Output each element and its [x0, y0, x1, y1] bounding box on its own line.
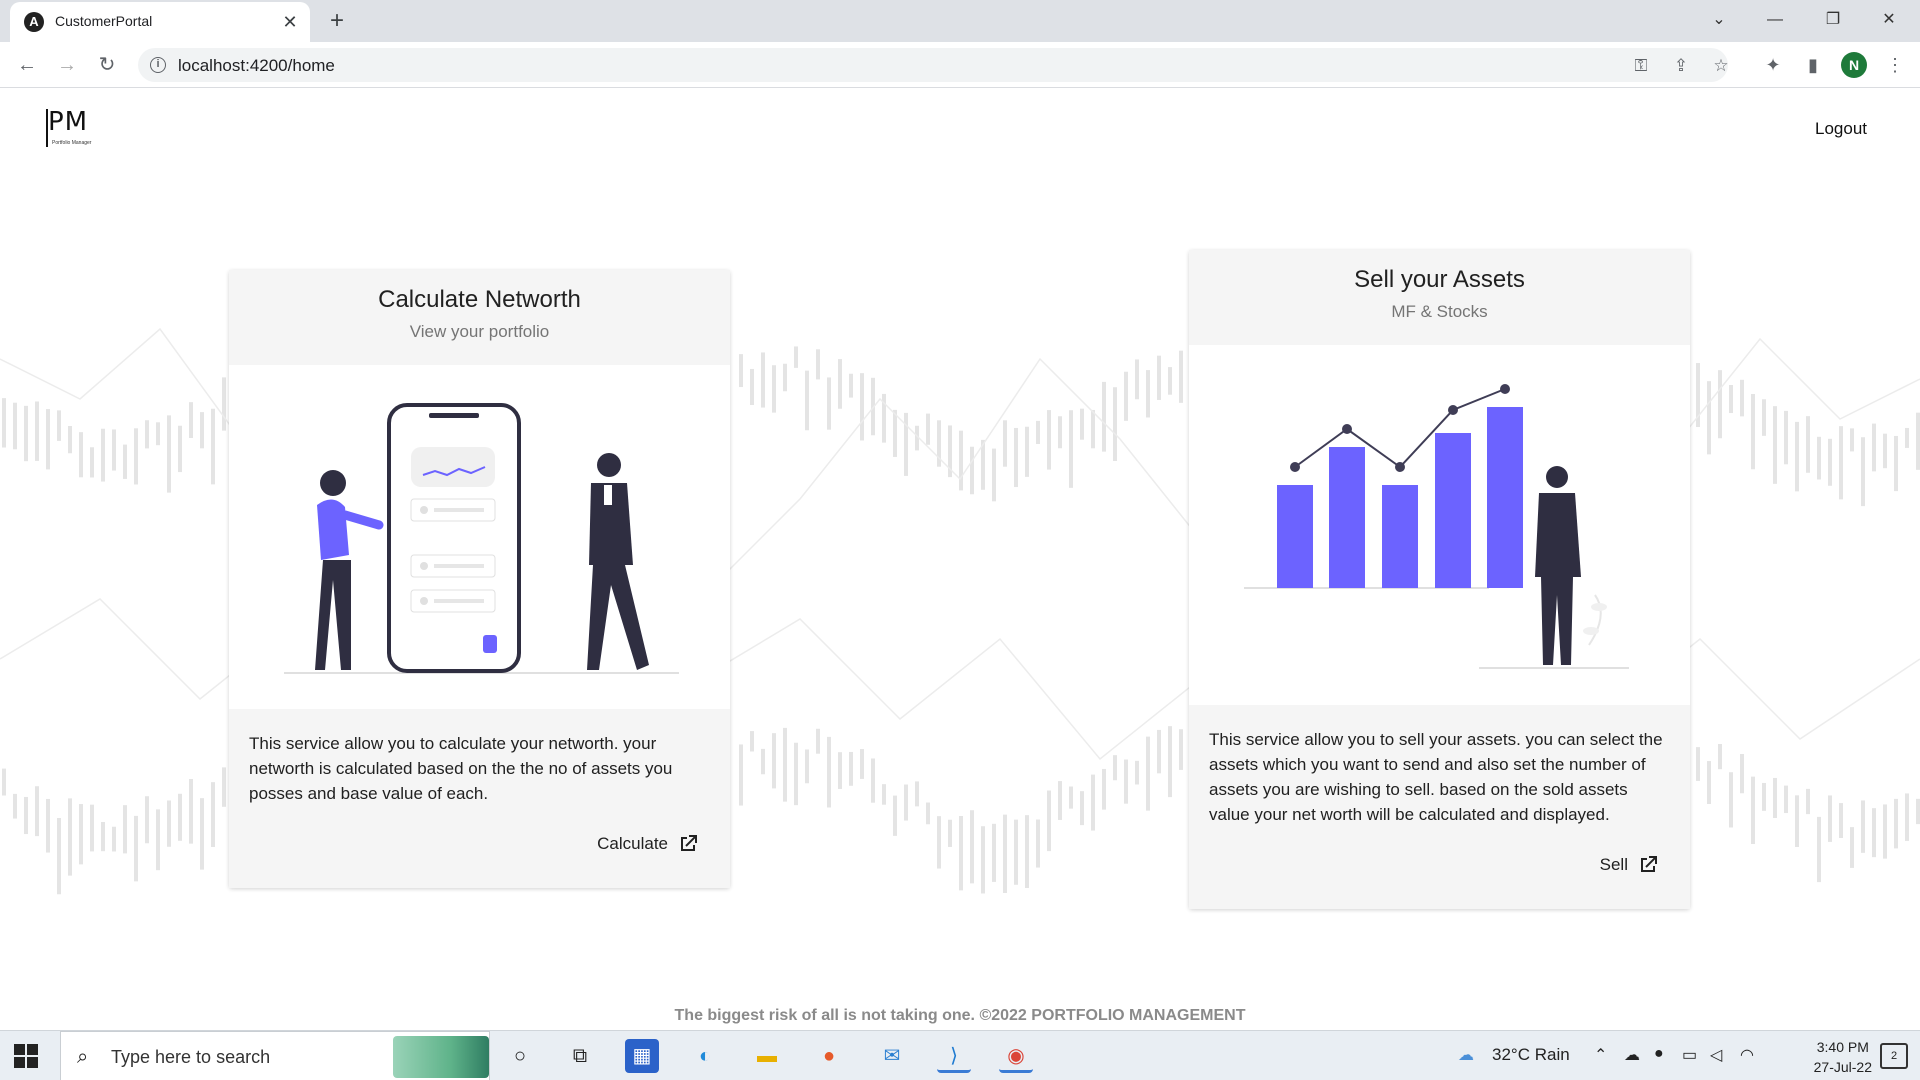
store-icon[interactable]: ▦: [625, 1039, 659, 1073]
share-icon[interactable]: ⇪: [1668, 53, 1694, 79]
edge-icon[interactable]: ◐: [688, 1039, 722, 1073]
card-title: Sell your Assets: [1354, 266, 1525, 293]
browser-tab-bar: A CustomerPortal ✕ + ⌄ — ❐ ✕: [0, 0, 1920, 42]
wifi-icon[interactable]: ◠: [1740, 1045, 1754, 1065]
card-description: This service allow you to sell your asse…: [1189, 705, 1690, 837]
footer-text: The biggest risk of all is not taking on…: [674, 1007, 1246, 1024]
external-link-icon: [681, 835, 697, 851]
taskbar-search-box[interactable]: ⌕ Type here to search: [60, 1031, 490, 1080]
chrome-icon[interactable]: ◉: [999, 1039, 1033, 1073]
tab-search-chevron-icon[interactable]: ⌄: [1696, 4, 1742, 36]
external-link-icon: [1641, 856, 1657, 872]
tray-chevron-icon[interactable]: ⌃: [1594, 1045, 1607, 1065]
clock-date: 27-Jul-22: [1813, 1059, 1872, 1075]
mail-icon[interactable]: ✉: [875, 1039, 909, 1073]
onedrive-icon[interactable]: ☁: [1624, 1045, 1640, 1065]
windows-start-icon[interactable]: [14, 1044, 38, 1068]
logout-link[interactable]: Logout: [1815, 119, 1867, 139]
firefox-icon[interactable]: ●: [812, 1039, 846, 1073]
card-subtitle: MF & Stocks: [1391, 302, 1488, 321]
address-bar[interactable]: i localhost:4200/home ⚿ ⇪ ☆: [138, 48, 1729, 82]
site-info-icon[interactable]: i: [150, 57, 166, 73]
task-view-icon[interactable]: ⧉: [563, 1039, 597, 1073]
networth-card: Calculate Networth View your portfolio T…: [229, 270, 730, 888]
logo-text: PM: [48, 107, 89, 137]
minimize-icon[interactable]: —: [1752, 4, 1798, 36]
card-header: Calculate Networth View your portfolio: [229, 270, 730, 365]
sell-illustration: [1189, 345, 1690, 705]
bookmark-star-icon[interactable]: ☆: [1708, 53, 1734, 79]
taskbar-clock[interactable]: 3:40 PM 27-Jul-22: [1814, 1037, 1872, 1077]
card-footer: Sell: [1189, 837, 1690, 909]
card-footer: Calculate: [229, 816, 730, 888]
notification-center-icon[interactable]: 2: [1880, 1043, 1908, 1069]
extensions-puzzle-icon[interactable]: ✦: [1758, 50, 1788, 80]
browser-tab[interactable]: A CustomerPortal ✕: [10, 2, 310, 42]
page-content: PM Portfolio Manager Logout Calculate Ne…: [0, 89, 1920, 1030]
clock-time: 3:40 PM: [1816, 1039, 1869, 1055]
angular-favicon-icon: A: [24, 12, 44, 32]
card-description: This service allow you to calculate your…: [229, 709, 730, 816]
reload-icon[interactable]: ↻: [92, 50, 122, 80]
forward-icon[interactable]: →: [52, 50, 82, 80]
sell-button[interactable]: Sell: [1600, 853, 1660, 877]
side-panel-icon[interactable]: ▮: [1798, 50, 1828, 80]
menu-kebab-icon[interactable]: ⋮: [1880, 50, 1910, 80]
back-icon[interactable]: ←: [12, 50, 42, 80]
sell-label: Sell: [1599, 855, 1628, 874]
battery-icon[interactable]: ▭: [1682, 1045, 1697, 1065]
microphone-icon[interactable]: ●: [1654, 1045, 1664, 1063]
calculate-label: Calculate: [597, 834, 668, 853]
tab-title: CustomerPortal: [55, 13, 153, 29]
url-text[interactable]: localhost:4200/home: [178, 56, 335, 76]
restore-icon[interactable]: ❐: [1810, 4, 1856, 36]
new-tab-icon[interactable]: +: [322, 6, 352, 36]
key-icon[interactable]: ⚿: [1628, 53, 1654, 79]
portfolio-manager-logo[interactable]: PM Portfolio Manager: [44, 107, 104, 149]
browser-toolbar: ← → ↻ i localhost:4200/home ⚿ ⇪ ☆ ✦ ▮ N …: [0, 42, 1920, 88]
card-header: Sell your Assets MF & Stocks: [1189, 250, 1690, 345]
close-window-icon[interactable]: ✕: [1866, 4, 1912, 36]
cortana-icon[interactable]: ○: [503, 1039, 537, 1073]
logo-subtext: Portfolio Manager: [52, 140, 92, 146]
search-highlight-image: [393, 1036, 489, 1078]
networth-illustration: [229, 365, 730, 709]
taskbar-search-placeholder: Type here to search: [111, 1047, 271, 1067]
vscode-icon[interactable]: ⟩: [937, 1039, 971, 1073]
search-icon: ⌕: [77, 1046, 89, 1068]
windows-taskbar: ⌕ Type here to search ○ ⧉ ▦ ◐ ▬ ● ✉ ⟩ ◉ …: [0, 1030, 1920, 1080]
weather-icon[interactable]: ☁: [1458, 1045, 1474, 1065]
card-subtitle: View your portfolio: [409, 322, 550, 341]
file-explorer-icon[interactable]: ▬: [750, 1039, 784, 1073]
profile-avatar[interactable]: N: [1841, 52, 1867, 78]
volume-icon[interactable]: ◁: [1710, 1045, 1722, 1065]
calculate-button[interactable]: Calculate: [597, 832, 700, 856]
weather-text[interactable]: 32°C Rain: [1492, 1045, 1570, 1065]
card-title: Calculate Networth: [378, 286, 581, 313]
sell-assets-card: Sell your Assets MF & Stocks This servic…: [1189, 250, 1690, 909]
close-tab-icon[interactable]: ✕: [278, 10, 302, 34]
